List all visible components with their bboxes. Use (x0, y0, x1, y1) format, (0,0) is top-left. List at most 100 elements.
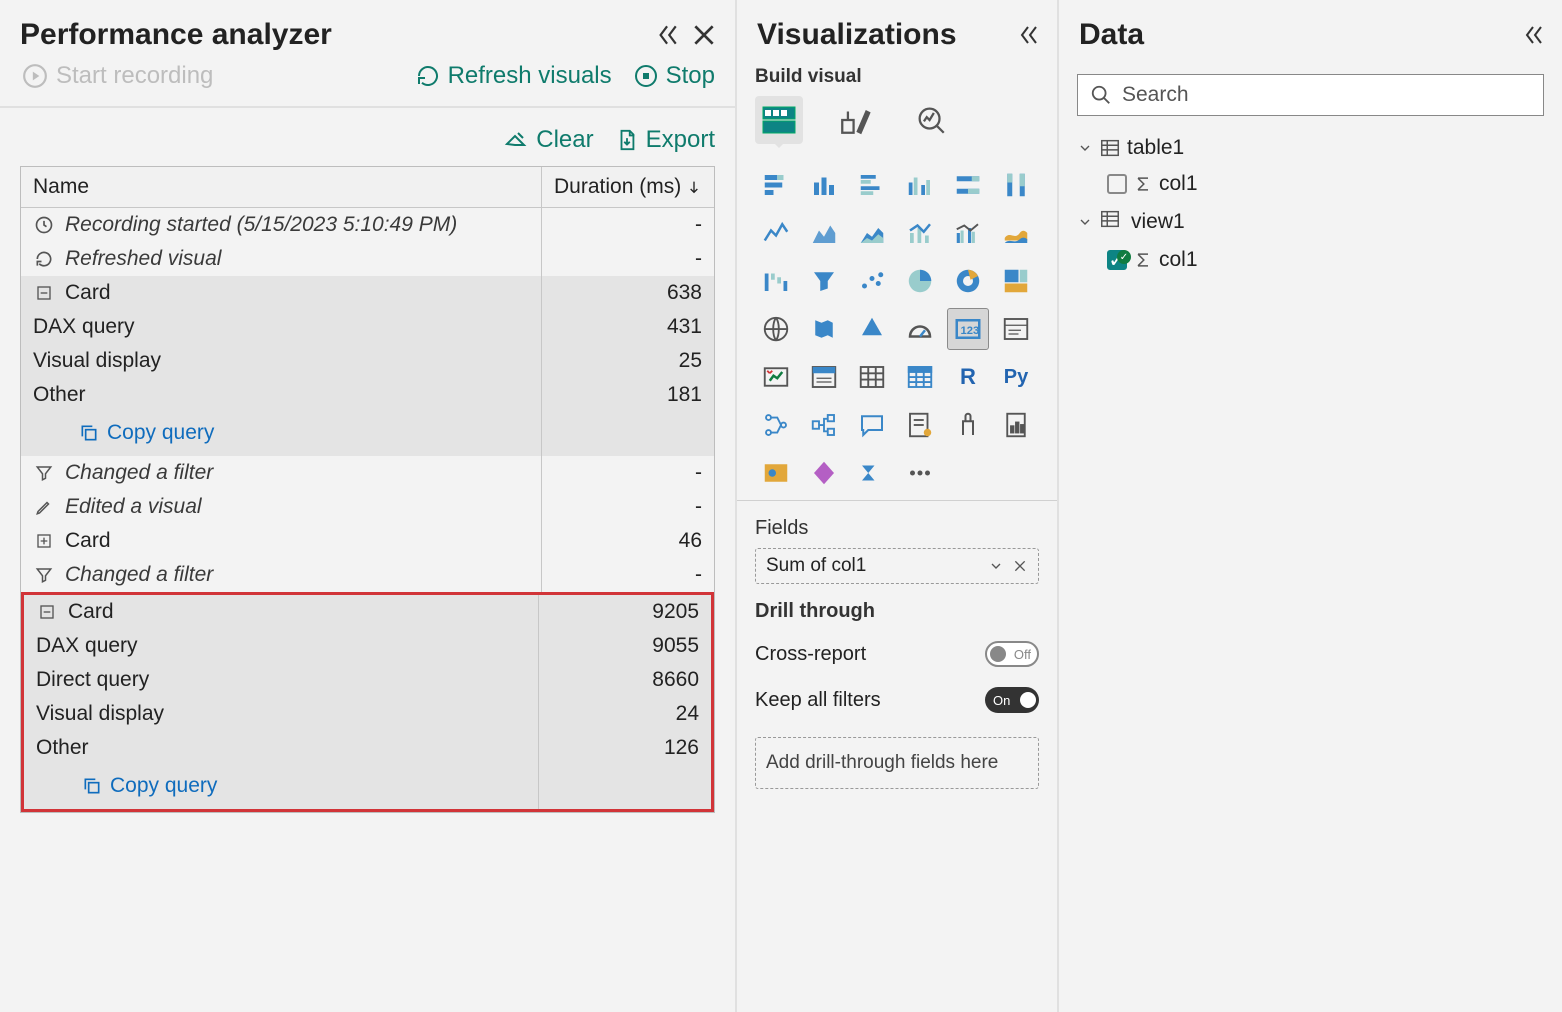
sigma-icon (1133, 250, 1153, 270)
search-icon (1090, 84, 1112, 106)
power-apps-icon[interactable] (803, 452, 845, 494)
keep-all-filters-label: Keep all filters (755, 689, 881, 712)
field-value: Sum of col1 (766, 555, 866, 577)
stacked-column-icon[interactable] (803, 164, 845, 206)
tab-analytics[interactable] (907, 96, 955, 144)
col-name-header[interactable]: Name (21, 167, 542, 207)
ribbon-chart-icon[interactable] (995, 212, 1037, 254)
line-clustered-column-icon[interactable] (947, 212, 989, 254)
card3-dax-row: DAX query9055 (24, 629, 711, 663)
table1-col1-node[interactable]: col1 (1077, 166, 1544, 202)
chevron-down-icon (1077, 214, 1093, 230)
gauge-icon[interactable] (899, 308, 941, 350)
card-visual-icon[interactable]: 123 (947, 308, 989, 350)
tab-build-visual[interactable] (755, 96, 803, 144)
paginated-report-icon[interactable] (995, 404, 1037, 446)
chevron-down-icon (1077, 140, 1093, 156)
stacked-area-icon[interactable] (851, 212, 893, 254)
clustered-column-icon[interactable] (899, 164, 941, 206)
area-chart-icon[interactable] (803, 212, 845, 254)
matrix-icon[interactable] (899, 356, 941, 398)
card1-dax-row: DAX query431 (21, 310, 714, 344)
collapse-minus-icon[interactable] (33, 285, 55, 301)
arcgis-maps-icon[interactable] (755, 452, 797, 494)
card3-row[interactable]: Card 9205 (24, 595, 711, 629)
clear-label: Clear (536, 126, 593, 154)
pencil-icon (33, 498, 55, 516)
filled-map-icon[interactable] (803, 308, 845, 350)
map-icon[interactable] (755, 308, 797, 350)
more-visuals-icon[interactable] (899, 452, 941, 494)
card3-copy-row[interactable]: Copy query (24, 765, 711, 809)
drill-through-drop[interactable]: Add drill-through fields here (755, 737, 1039, 789)
changed-filter-row: Changed a filter - (21, 456, 714, 490)
search-placeholder: Search (1122, 83, 1189, 107)
refreshed-visual-row: Refreshed visual - (21, 242, 714, 276)
qa-icon[interactable] (851, 404, 893, 446)
fields-label: Fields (737, 501, 1057, 548)
donut-icon[interactable] (947, 260, 989, 302)
export-button[interactable]: Export (616, 126, 715, 154)
recording-started-row: Recording started (5/15/2023 5:10:49 PM)… (21, 208, 714, 242)
card1-row[interactable]: Card 638 (21, 276, 714, 310)
line-column-icon[interactable] (899, 212, 941, 254)
power-automate-icon[interactable] (851, 452, 893, 494)
keep-all-filters-toggle[interactable]: On (985, 687, 1039, 713)
r-visual-icon[interactable]: R (947, 356, 989, 398)
multi-row-card-icon[interactable] (995, 308, 1037, 350)
changed-filter2-row: Changed a filter - (21, 558, 714, 592)
slicer-icon[interactable] (803, 356, 845, 398)
stop-button[interactable]: Stop (634, 62, 715, 90)
goals-icon[interactable] (947, 404, 989, 446)
tab-format-visual[interactable] (831, 96, 879, 144)
line-chart-icon[interactable] (755, 212, 797, 254)
collapse-icon[interactable] (1520, 23, 1544, 47)
clustered-bar-icon[interactable] (851, 164, 893, 206)
stop-label: Stop (666, 62, 715, 90)
collapse-icon[interactable] (653, 22, 679, 48)
smart-narrative-icon[interactable] (899, 404, 941, 446)
pie-icon[interactable] (899, 260, 941, 302)
refresh-visuals-label: Refresh visuals (448, 62, 612, 90)
copy-query-link[interactable]: Copy query (36, 770, 217, 804)
collapse-icon[interactable] (1015, 23, 1039, 47)
copy-query-link[interactable]: Copy query (33, 417, 214, 451)
card1-copy-row[interactable]: Copy query (21, 412, 714, 456)
search-input[interactable]: Search (1077, 74, 1544, 116)
card3-directquery-row: Direct query8660 (24, 663, 711, 697)
treemap-icon[interactable] (995, 260, 1037, 302)
visualizations-title: Visualizations (757, 18, 957, 52)
cross-report-toggle[interactable]: Off (985, 641, 1039, 667)
close-icon[interactable] (691, 22, 717, 48)
clear-button[interactable]: Clear (504, 126, 593, 154)
table-icon (1099, 208, 1121, 230)
card2-row[interactable]: Card 46 (21, 524, 714, 558)
scatter-icon[interactable] (851, 260, 893, 302)
azure-map-icon[interactable] (851, 308, 893, 350)
key-influencers-icon[interactable] (755, 404, 797, 446)
expand-plus-icon[interactable] (33, 533, 55, 549)
drill-through-label: Drill through (737, 584, 1057, 631)
waterfall-icon[interactable] (755, 260, 797, 302)
python-visual-icon[interactable]: Py (995, 356, 1037, 398)
stacked-bar-icon[interactable] (755, 164, 797, 206)
table-icon[interactable] (851, 356, 893, 398)
stacked-bar-100-icon[interactable] (947, 164, 989, 206)
decomposition-tree-icon[interactable] (803, 404, 845, 446)
col-duration-header[interactable]: Duration (ms) (542, 167, 714, 207)
edited-visual-row: Edited a visual - (21, 490, 714, 524)
chevron-down-icon[interactable] (988, 558, 1004, 574)
refresh-visuals-button[interactable]: Refresh visuals (416, 62, 612, 90)
remove-field-icon[interactable] (1012, 558, 1028, 574)
check-badge-icon: ✓ (1117, 250, 1131, 264)
funnel-icon[interactable] (803, 260, 845, 302)
view1-node[interactable]: ✓ view1 (1077, 202, 1544, 242)
sigma-icon (1133, 174, 1153, 194)
collapse-minus-icon[interactable] (36, 604, 58, 620)
checkbox-unchecked[interactable] (1107, 174, 1127, 194)
table1-node[interactable]: table1 (1077, 130, 1544, 166)
stacked-column-100-icon[interactable] (995, 164, 1037, 206)
view1-col1-node[interactable]: ✓ col1 (1077, 242, 1544, 278)
kpi-icon[interactable] (755, 356, 797, 398)
fields-well[interactable]: Sum of col1 (755, 548, 1039, 584)
